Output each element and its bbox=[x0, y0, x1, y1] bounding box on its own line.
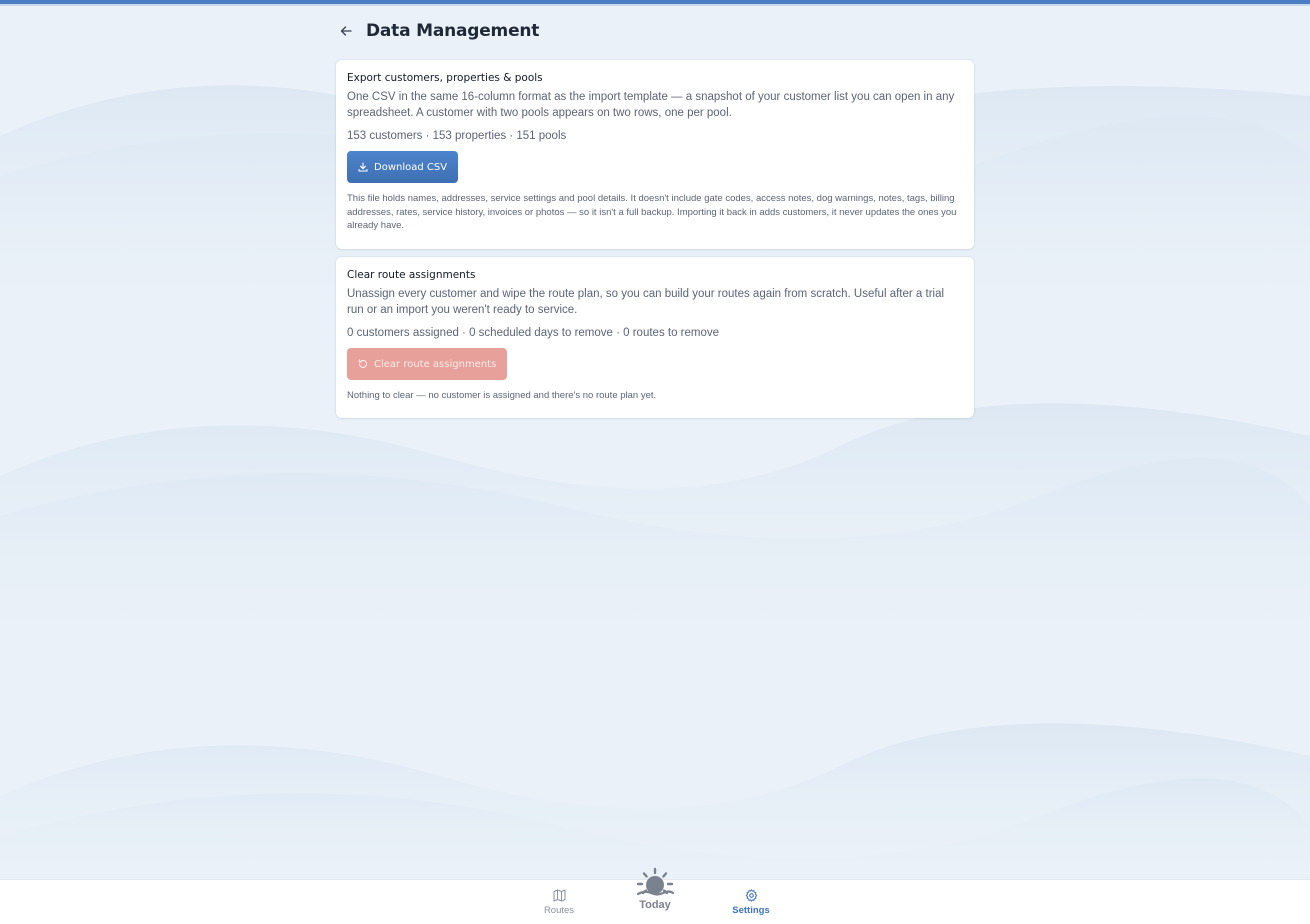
clear-card-note: Nothing to clear — no customer is assign… bbox=[347, 390, 657, 401]
rotate-ccw-icon bbox=[358, 359, 367, 368]
page-header: Data Management bbox=[336, 0, 974, 60]
export-card-stats: 153 customers · 153 properties · 151 poo… bbox=[347, 130, 567, 142]
export-card-description: One CSV in the same 16-column format as … bbox=[347, 91, 955, 119]
clear-card-stats: 0 customers assigned · 0 scheduled days … bbox=[347, 327, 720, 339]
clear-route-assignments-label: Clear route assignments bbox=[374, 358, 497, 370]
download-icon bbox=[358, 162, 368, 172]
back-button[interactable] bbox=[336, 21, 356, 41]
clear-card-description: Unassign every customer and wipe the rou… bbox=[347, 288, 945, 316]
arrow-left-icon bbox=[340, 26, 352, 36]
export-card-title: Export customers, properties & pools bbox=[347, 72, 543, 84]
clear-routes-card: Clear route assignments Unassign every c… bbox=[336, 257, 974, 418]
export-card: Export customers, properties & pools One… bbox=[336, 60, 974, 249]
clear-card-title: Clear route assignments bbox=[347, 269, 476, 281]
nav-settings[interactable]: Settings bbox=[726, 880, 776, 924]
map-icon bbox=[553, 889, 565, 901]
download-csv-button[interactable]: Download CSV bbox=[347, 151, 459, 183]
download-csv-label: Download CSV bbox=[374, 161, 448, 173]
nav-routes[interactable]: Routes bbox=[538, 880, 580, 924]
page-title: Data Management bbox=[366, 21, 540, 41]
nav-settings-label: Settings bbox=[732, 905, 770, 916]
nav-today-label: Today bbox=[639, 899, 671, 911]
nav-today[interactable]: Today bbox=[630, 866, 680, 924]
nav-routes-label: Routes bbox=[543, 905, 575, 916]
export-card-note: This file holds names, addresses, servic… bbox=[347, 193, 957, 231]
data-management-page: Data Management Export customers, proper… bbox=[336, 0, 974, 426]
sun-icon bbox=[636, 867, 675, 896]
clear-route-assignments-button[interactable]: Clear route assignments bbox=[347, 348, 508, 380]
gear-icon bbox=[745, 888, 757, 902]
